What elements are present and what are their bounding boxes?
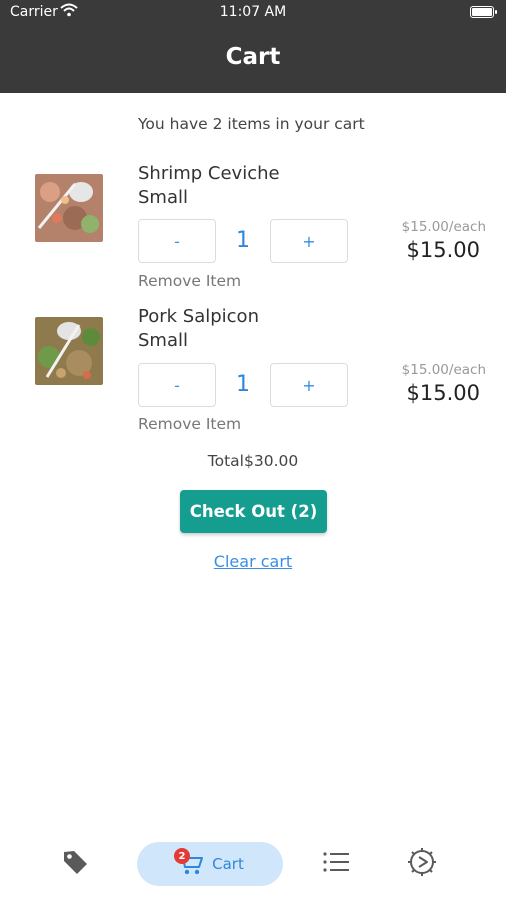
cart-item: Pork Salpicon Small - 1 + Remove Item $1… [0,298,506,438]
clear-cart-link[interactable]: Clear cart [0,552,506,571]
unit-price: $15.00/each [401,219,486,235]
increment-button[interactable]: + [270,363,348,407]
increment-button[interactable]: + [270,219,348,263]
cart-total: Total$30.00 [207,452,299,470]
cart-badge: 2 [174,848,190,864]
item-name: Shrimp Ceviche [138,163,280,184]
page-title: Cart [225,44,281,70]
quantity-value: 1 [236,372,250,397]
list-icon [322,850,350,878]
item-price: $15.00 [406,238,480,262]
item-thumbnail [35,174,103,242]
decrement-button[interactable]: - [138,363,216,407]
checkout-button[interactable]: Check Out (2) [180,490,327,533]
item-name: Pork Salpicon [138,306,259,327]
item-price: $15.00 [406,381,480,405]
item-thumbnail [35,317,103,385]
tab-settings[interactable] [402,842,442,886]
remove-item-button[interactable]: Remove Item [138,272,241,290]
cart-item: Shrimp Ceviche Small - 1 + Remove Item $… [0,155,506,295]
tab-cart[interactable]: 2 Cart [137,842,283,886]
remove-item-button[interactable]: Remove Item [138,415,241,433]
item-size: Small [138,330,188,351]
decrement-button[interactable]: - [138,219,216,263]
quantity-value: 1 [236,228,250,253]
tab-cart-label: Cart [212,855,244,873]
tab-orders[interactable] [316,842,356,886]
cart-summary: You have 2 items in your cart [138,115,365,133]
battery-icon [470,6,497,18]
tab-bar: 2 Cart [0,820,506,900]
item-size: Small [138,187,188,208]
tab-deals[interactable] [55,842,95,886]
status-time: 11:07 AM [219,4,287,20]
app-header: Carrier 11:07 AM Cart [0,0,506,93]
unit-price: $15.00/each [401,362,486,378]
status-bar: Carrier 11:07 AM [0,0,506,26]
settings-icon [407,847,437,881]
tag-icon [61,848,89,880]
